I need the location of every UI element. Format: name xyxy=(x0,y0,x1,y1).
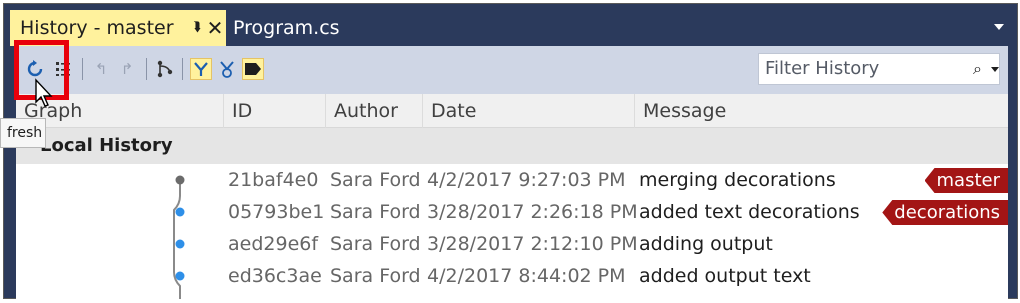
commit-author: Sara Ford xyxy=(330,265,421,287)
chevron-down-icon[interactable] xyxy=(991,67,999,72)
column-header-row: Graph ID Author Date Message xyxy=(16,94,1008,128)
commit-message: adding output xyxy=(639,233,773,255)
toolbar: ↰ ↱ Filter History ⌕ xyxy=(16,46,1008,94)
table-row[interactable]: aed29e6f Sara Ford 3/28/2017 2:12:10 PM … xyxy=(16,228,1008,260)
local-history-group[interactable]: Local History xyxy=(16,128,1008,164)
toolbar-separator xyxy=(182,58,183,80)
navigate-forward-icon[interactable]: ↱ xyxy=(116,58,138,80)
commit-id: 05793be1 xyxy=(228,201,325,223)
tooltip: fresh xyxy=(0,118,46,148)
tab-dropdown-icon[interactable] xyxy=(994,24,1004,30)
column-header-author[interactable]: Author xyxy=(326,94,423,128)
table-row[interactable]: ed36c3ae Sara Ford 4/2/2017 8:44:02 PM a… xyxy=(16,260,1008,292)
group-label: Local History xyxy=(40,135,173,156)
merge-toggle-icon[interactable] xyxy=(190,58,212,80)
tab-program-cs[interactable]: Program.cs xyxy=(233,10,340,46)
commit-author: Sara Ford xyxy=(330,233,421,255)
branch-badge[interactable]: master xyxy=(924,168,1008,193)
toolbar-separator xyxy=(146,58,147,80)
commit-id: aed29e6f xyxy=(228,233,319,255)
close-icon[interactable]: ✕ xyxy=(206,10,224,46)
navigate-back-icon[interactable]: ↰ xyxy=(90,58,112,80)
column-header-date[interactable]: Date xyxy=(423,94,635,128)
commit-id: ed36c3ae xyxy=(228,265,322,287)
filter-placeholder: Filter History xyxy=(765,58,880,79)
history-panel: ↰ ↱ Filter History ⌕ Graph ID Author Dat… xyxy=(16,46,1008,299)
commit-id: 21baf4e0 xyxy=(228,169,319,191)
commit-date: 4/2/2017 8:44:02 PM xyxy=(427,265,626,287)
filter-history-input[interactable]: Filter History ⌕ xyxy=(758,53,1000,85)
commit-message: added output text xyxy=(639,265,811,287)
tag-toggle-icon[interactable] xyxy=(242,58,264,80)
toolbar-separator xyxy=(82,58,83,80)
table-row[interactable]: 21baf4e0 Sara Ford 4/2/2017 9:27:03 PM m… xyxy=(16,164,1008,196)
branch-badge[interactable]: decorations xyxy=(882,200,1008,225)
mouse-cursor-icon xyxy=(35,78,53,107)
commit-author: Sara Ford xyxy=(330,169,421,191)
branch-graph-icon[interactable] xyxy=(154,58,176,80)
commit-date: 4/2/2017 9:27:03 PM xyxy=(427,169,626,191)
commit-list: 21baf4e0 Sara Ford 4/2/2017 9:27:03 PM m… xyxy=(16,164,1008,299)
search-icon[interactable]: ⌕ xyxy=(973,54,982,84)
column-header-message[interactable]: Message xyxy=(635,94,1008,128)
remote-toggle-icon[interactable] xyxy=(216,58,238,80)
commit-message: added text decorations xyxy=(639,201,860,223)
tab-history-label: History - master xyxy=(20,17,174,39)
commit-message: merging decorations xyxy=(639,169,836,191)
commit-author: Sara Ford xyxy=(330,201,421,223)
commit-date: 3/28/2017 2:12:10 PM xyxy=(427,233,638,255)
tooltip-text: fresh xyxy=(7,125,43,141)
pin-icon[interactable]: ⮯ xyxy=(188,10,206,46)
tab-program-cs-label: Program.cs xyxy=(233,17,340,39)
table-row[interactable]: 05793be1 Sara Ford 3/28/2017 2:26:18 PM … xyxy=(16,196,1008,228)
commit-date: 3/28/2017 2:26:18 PM xyxy=(427,201,638,223)
column-header-id[interactable]: ID xyxy=(224,94,326,128)
